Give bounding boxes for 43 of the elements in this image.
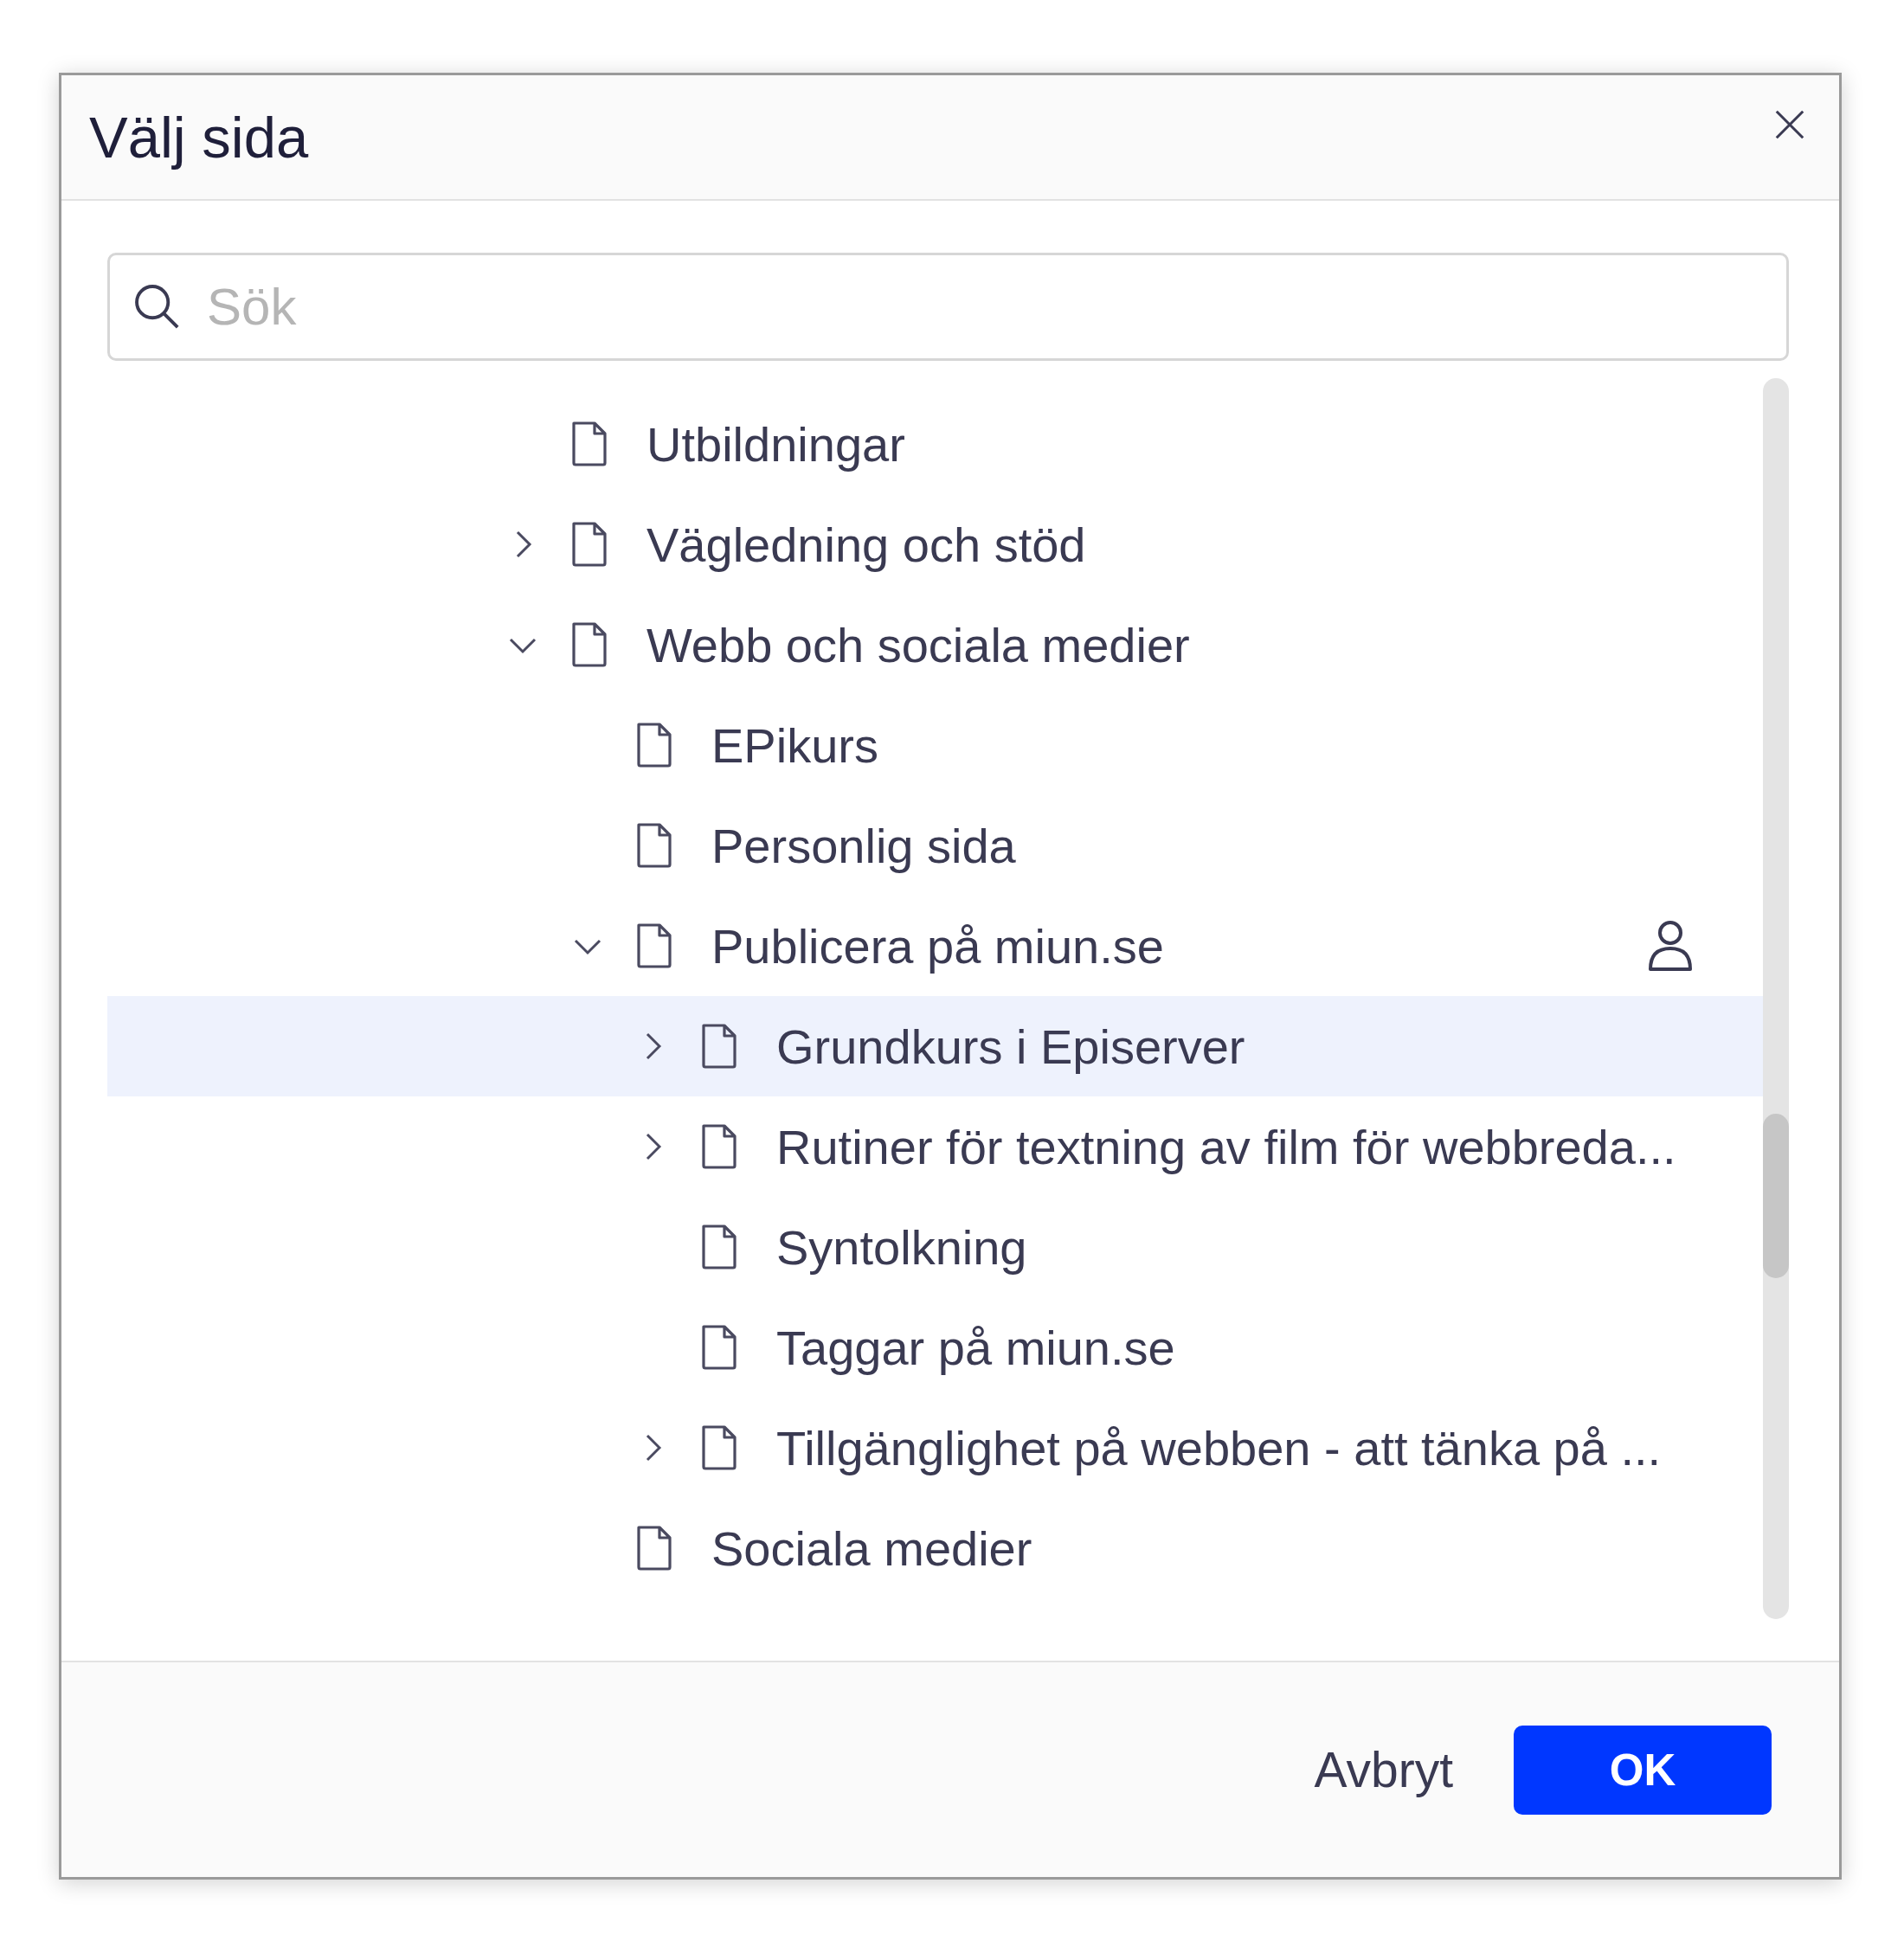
file-icon xyxy=(570,420,608,468)
scrollbar-track[interactable] xyxy=(1763,378,1789,1619)
file-icon xyxy=(700,1424,738,1472)
dialog-title: Välj sida xyxy=(89,104,309,170)
tree-item[interactable]: Syntolkning xyxy=(107,1197,1763,1297)
file-icon xyxy=(570,520,608,569)
scrollbar-thumb[interactable] xyxy=(1763,1114,1789,1278)
tree-item[interactable]: Tillgänglighet på webben - att tänka på ... xyxy=(107,1398,1763,1498)
file-icon xyxy=(570,620,608,669)
tree-item[interactable]: Rutiner för textning av film för webbreda... xyxy=(107,1096,1763,1197)
page-title: Syntolkning xyxy=(776,1218,1028,1276)
tree-item[interactable]: Utbildningar xyxy=(107,394,1763,494)
page-title: Rutiner för textning av film för webbreda... xyxy=(776,1118,1677,1175)
page-title: Utbildningar xyxy=(646,415,906,472)
file-icon xyxy=(635,821,673,870)
page-title: Taggar på miun.se xyxy=(776,1319,1176,1376)
file-icon xyxy=(700,1122,738,1171)
file-icon xyxy=(635,922,673,970)
file-icon xyxy=(700,1223,738,1271)
file-icon xyxy=(635,1524,673,1572)
tree-item[interactable]: Webb och sociala medier xyxy=(107,595,1763,695)
tree-item[interactable]: Grundkurs i Episerver xyxy=(107,996,1763,1096)
tree-item[interactable]: Sociala medier xyxy=(107,1498,1763,1598)
cancel-button[interactable]: Avbryt xyxy=(1305,1725,1462,1815)
page-title: Vägledning och stöd xyxy=(646,516,1087,573)
tree-item[interactable]: EPikurs xyxy=(107,695,1763,795)
page-title: Tillgänglighet på webben - att tänka på ... xyxy=(776,1419,1663,1476)
page-title: Sociala medier xyxy=(711,1520,1033,1577)
tree-item[interactable]: Publicera på miun.se xyxy=(107,896,1763,996)
file-icon xyxy=(635,721,673,769)
page-title: Webb och sociala medier xyxy=(646,616,1191,673)
page-title: Grundkurs i Episerver xyxy=(776,1018,1246,1075)
page-title: Personlig sida xyxy=(711,817,1017,874)
search-field[interactable]: Sök xyxy=(107,253,1789,361)
tree-item[interactable]: Taggar på miun.se xyxy=(107,1297,1763,1398)
page-title: Publicera på miun.se xyxy=(711,917,1165,974)
tree-item[interactable]: Vägledning och stöd xyxy=(107,494,1763,595)
file-icon xyxy=(700,1323,738,1372)
close-icon xyxy=(1773,108,1806,141)
ok-button[interactable]: OK xyxy=(1514,1725,1772,1815)
tree-item[interactable]: Personlig sida xyxy=(107,795,1763,896)
file-icon xyxy=(700,1022,738,1070)
page-title: EPikurs xyxy=(711,717,879,774)
